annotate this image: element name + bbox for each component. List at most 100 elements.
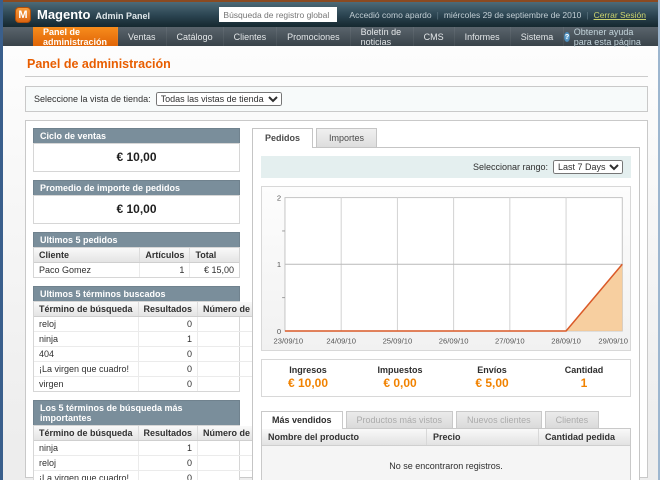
empty-records-message: No se encontraron registros. [262,446,630,480]
page-title: Panel de administración [27,57,648,71]
average-orders-title: Promedio de importe de pedidos [33,180,240,195]
table-row[interactable]: virgen 0 1 [34,377,279,392]
help-globe-icon: ? [564,32,570,42]
last-search-terms-box: Ultimos 5 términos buscados Término de b… [33,286,240,392]
tab-amounts[interactable]: Importes [316,128,377,147]
search-results: 0 [138,471,198,480]
search-term: ninja [34,332,138,347]
total-shipping: Envíos € 5,00 [446,365,538,390]
logo-subtitle: Admin Panel [95,8,150,21]
search-term: ¡La virgen que cuadro! [34,362,138,377]
store-view-switcher: Seleccione la vista de tienda: Todas las… [25,86,648,112]
col-header: Término de búsqueda [34,302,138,317]
nav-item-dashboard[interactable]: Panel de administración [33,27,118,46]
search-term: virgen [34,377,138,392]
logo-title: Magento [37,7,90,22]
nav-item-newsletter[interactable]: Boletín de noticias [351,27,414,46]
svg-text:24/09/10: 24/09/10 [326,336,356,345]
total-value: € 10,00 [262,376,354,390]
tab-customers[interactable]: Clientes [545,411,600,428]
totals-bar: Ingresos € 10,00 Impuestos € 0,00 Envíos… [261,359,631,397]
average-orders-box: Promedio de importe de pedidos € 10,00 [33,180,240,224]
separator: | [586,10,588,20]
table-row[interactable]: reloj 0 2 [34,317,279,332]
nav-item-cms[interactable]: CMS [414,27,455,46]
store-switcher-label: Seleccione la vista de tienda: [34,94,151,104]
search-results: 0 [138,347,198,362]
lifetime-sales-box: Ciclo de ventas € 10,00 [33,128,240,172]
search-results: 0 [138,362,198,377]
svg-text:28/09/10: 28/09/10 [551,336,581,345]
col-header-qty: Cantidad pedida [538,429,630,445]
dashboard-container: Ciclo de ventas € 10,00 Promedio de impo… [25,120,648,478]
svg-text:23/09/10: 23/09/10 [274,336,304,345]
search-results: 0 [138,317,198,332]
title-divider [25,76,648,77]
tab-orders[interactable]: Pedidos [252,128,313,148]
main-navigation: Panel de administración Ventas Catálogo … [3,27,658,46]
col-header: Resultados [138,302,198,317]
search-results: 1 [138,441,198,456]
table-row[interactable]: ninja 1 10 [34,332,279,347]
search-term: ¡La virgen que cuadro! [34,471,138,480]
global-search-input[interactable] [219,7,337,22]
range-selector-bar: Seleccionar rango: Last 7 Days [261,156,631,178]
top-search-terms-title: Los 5 términos de búsqueda más important… [33,400,240,425]
lifetime-sales-title: Ciclo de ventas [33,128,240,143]
svg-text:26/09/10: 26/09/10 [439,336,469,345]
magento-admin-window: M Magento Admin Panel Accedió como apard… [0,0,660,480]
get-help-link[interactable]: ? Obtener ayuda para esta página [564,27,658,46]
top-header-bar: M Magento Admin Panel Accedió como apard… [3,0,658,27]
last-search-terms-title: Ultimos 5 términos buscados [33,286,240,301]
store-view-select[interactable]: Todas las vistas de tienda [156,92,282,106]
svg-text:27/09/10: 27/09/10 [495,336,525,345]
nav-item-system[interactable]: Sistema [511,27,565,46]
range-select[interactable]: Last 7 Days [553,160,623,174]
svg-text:2: 2 [277,193,281,202]
search-results: 1 [138,332,198,347]
table-row[interactable]: ¡La virgen que cuadro! 0 2 [34,471,279,480]
table-row[interactable]: reloj 0 2 [34,456,279,471]
col-header: Artículos [140,248,190,263]
nav-item-customers[interactable]: Clientes [224,27,278,46]
order-total: € 15,00 [190,263,239,278]
nav-item-sales[interactable]: Ventas [118,27,167,46]
last-orders-title: Ultimos 5 pedidos [33,232,240,247]
search-results: 0 [138,456,198,471]
separator: | [437,10,439,20]
dashboard-right-column: Pedidos Importes Seleccionar rango: Last… [252,128,640,470]
tab-most-viewed[interactable]: Productos más vistos [346,411,454,428]
search-term: ninja [34,441,138,456]
col-header: Resultados [138,426,198,441]
tab-new-customers[interactable]: Nuevos clientes [456,411,542,428]
tab-bestsellers[interactable]: Más vendidos [261,411,343,429]
svg-text:25/09/10: 25/09/10 [383,336,413,345]
nav-item-promotions[interactable]: Promociones [277,27,351,46]
total-value: € 5,00 [446,376,538,390]
search-results: 0 [138,377,198,392]
svg-text:1: 1 [277,260,281,269]
table-row[interactable]: Paco Gomez 1 € 15,00 [34,263,239,278]
account-info: Accedió como apardo | miércoles 29 de se… [349,10,646,20]
nav-item-catalog[interactable]: Catálogo [167,27,224,46]
table-row[interactable]: 404 0 1 [34,347,279,362]
total-revenue: Ingresos € 10,00 [262,365,354,390]
dashboard-left-column: Ciclo de ventas € 10,00 Promedio de impo… [33,128,240,470]
lifetime-sales-value: € 10,00 [34,144,239,171]
average-orders-value: € 10,00 [34,196,239,223]
table-row[interactable]: ¡La virgen que cuadro! 0 2 [34,362,279,377]
top-search-terms-table: Término de búsqueda Resultados Número de… [34,426,279,480]
nav-item-reports[interactable]: Informes [455,27,511,46]
logout-link[interactable]: Cerrar Sesión [594,10,646,20]
total-label: Envíos [446,365,538,375]
svg-text:29/09/10: 29/09/10 [598,336,628,345]
total-tax: Impuestos € 0,00 [354,365,446,390]
table-row[interactable]: ninja 1 10 [34,441,279,456]
total-value: € 0,00 [354,376,446,390]
total-quantity: Cantidad 1 [538,365,630,390]
orders-chart-container: 01223/09/1024/09/1025/09/1026/09/1027/09… [261,186,631,351]
total-value: 1 [538,376,630,390]
page-content: Panel de administración Seleccione la vi… [3,46,658,478]
total-label: Impuestos [354,365,446,375]
search-term: 404 [34,347,138,362]
